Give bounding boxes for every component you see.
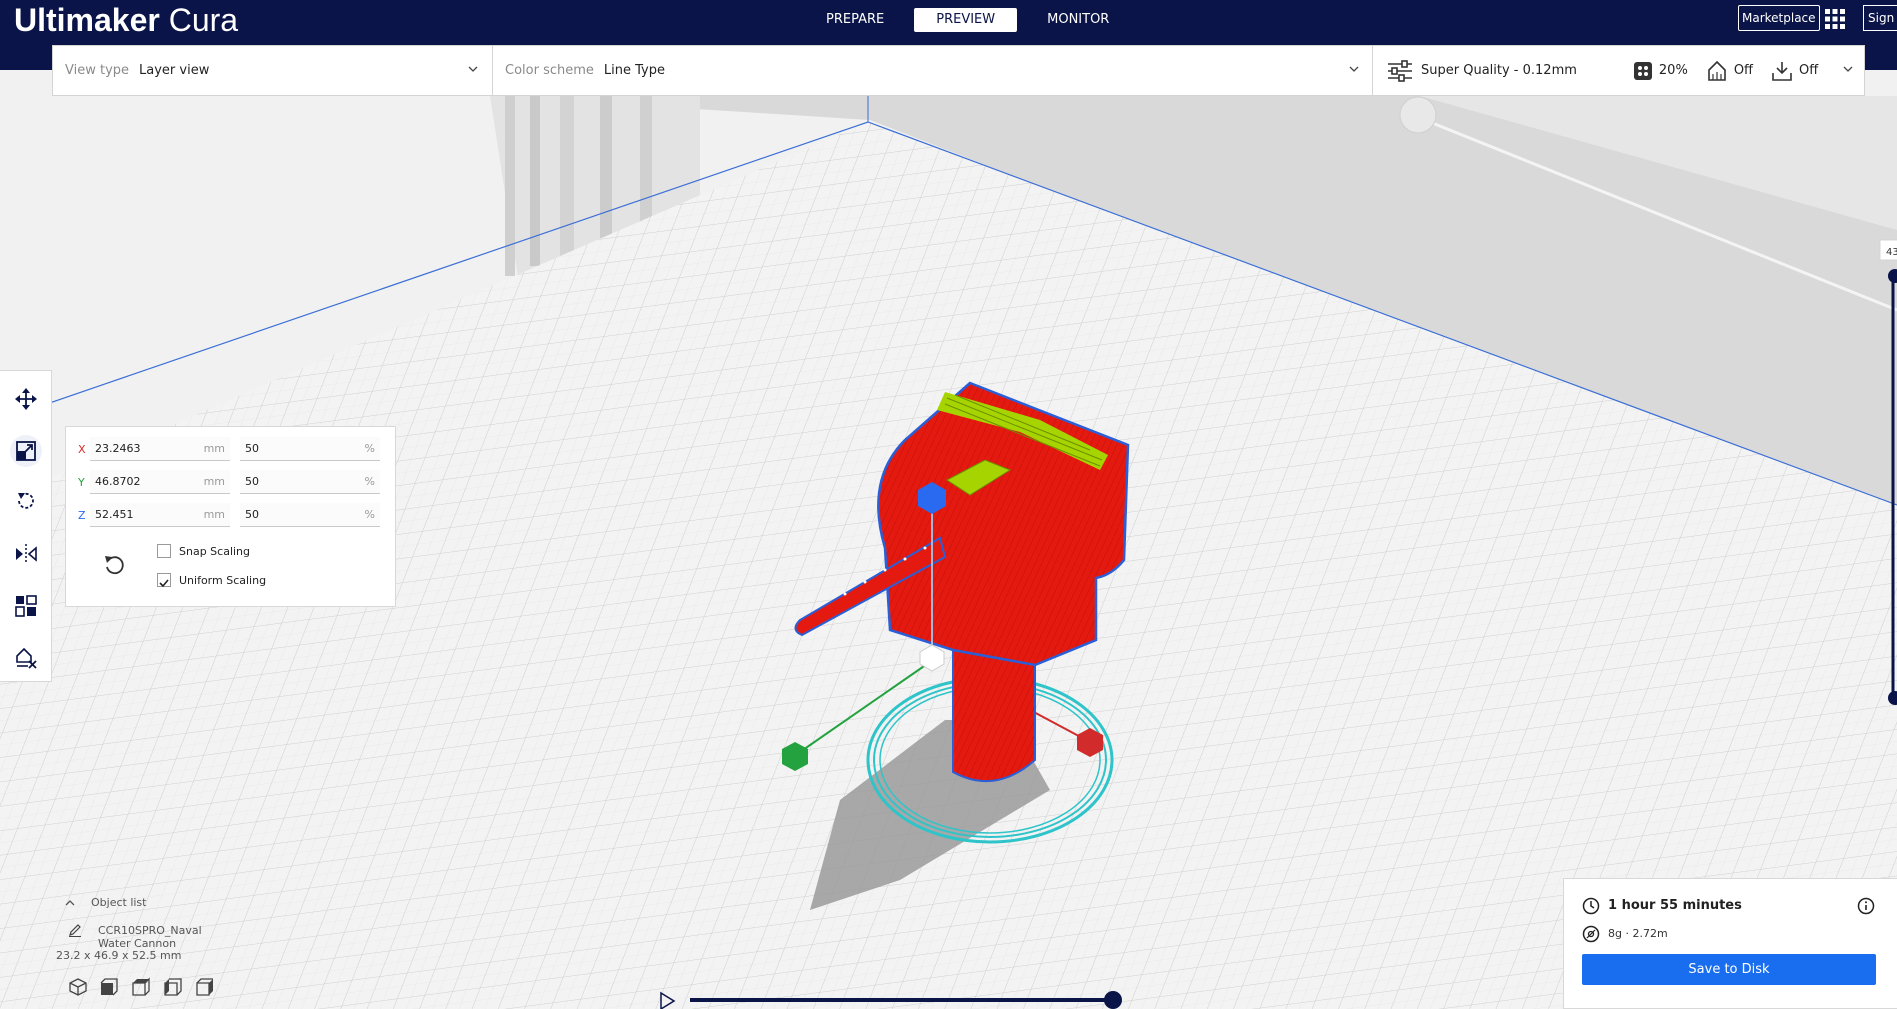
adhesion-icon [1772, 61, 1792, 81]
info-icon[interactable] [1857, 897, 1875, 915]
settings-sliders-icon [1388, 59, 1412, 82]
rotate-tool-button[interactable] [10, 485, 42, 517]
save-to-disk-button[interactable]: Save to Disk [1582, 954, 1876, 985]
print-settings-summary[interactable]: Super Quality - 0.12mm 20% Off Off [1387, 46, 1818, 95]
support-blocker-button[interactable] [10, 642, 42, 674]
mirror-icon [16, 544, 37, 564]
snap-scaling-checkbox[interactable] [157, 544, 171, 558]
view-right-icon[interactable] [195, 977, 215, 997]
pencil-icon[interactable] [68, 923, 82, 937]
view-3d-icon[interactable] [68, 977, 88, 997]
view-type-label: View type [65, 63, 130, 78]
chevron-down-icon[interactable] [1843, 64, 1853, 74]
move-icon [15, 388, 37, 410]
support-value: Off [1733, 63, 1754, 78]
z-axis-label: Z [78, 509, 86, 522]
snap-scaling-label: Snap Scaling [179, 545, 251, 558]
view-top-icon[interactable] [131, 977, 151, 997]
uniform-scaling-label: Uniform Scaling [179, 574, 267, 587]
apps-grid-icon[interactable] [1825, 9, 1845, 29]
tab-monitor[interactable]: MONITOR [1025, 8, 1131, 32]
chevron-up-icon [65, 900, 75, 906]
x-axis-label: X [78, 443, 86, 456]
chevron-down-icon[interactable] [468, 64, 478, 74]
chevron-down-icon[interactable] [1349, 64, 1359, 74]
view-front-icon[interactable] [99, 977, 119, 997]
per-model-settings-button[interactable] [10, 590, 42, 622]
y-axis-label: Y [78, 476, 85, 489]
scale-z-percent-input[interactable]: 50% [240, 503, 380, 527]
uniform-scaling-checkbox[interactable] [157, 573, 171, 588]
tab-preview[interactable]: PREVIEW [914, 8, 1018, 32]
clock-icon [1582, 897, 1600, 915]
timeline-handle[interactable] [1104, 991, 1122, 1009]
print-time: 1 hour 55 minutes [1608, 898, 1742, 913]
sign-in-button[interactable]: Sign in [1863, 5, 1897, 31]
marketplace-button[interactable]: Marketplace [1738, 5, 1820, 31]
scale-y-percent-input[interactable]: 50% [240, 470, 380, 494]
scale-tool-panel: X 23.2463 mm 50% Y 46.8702 mm 50% Z 52.451… [65, 426, 396, 607]
support-icon [1708, 60, 1726, 81]
object-list: Object list CCR10SPRO_Naval Water Cannon… [56, 895, 213, 999]
view-type-value: Layer view [139, 63, 210, 78]
scale-icon [16, 441, 36, 461]
scale-tool-button[interactable] [10, 435, 42, 467]
reset-scale-icon[interactable] [102, 553, 126, 577]
camera-view-buttons [56, 977, 213, 999]
tab-prepare[interactable]: PREPARE [804, 8, 906, 32]
object-dimensions: 23.2 x 46.9 x 52.5 mm [56, 949, 182, 962]
checkmark-icon [159, 579, 169, 588]
object-list-toggle[interactable]: Object list [56, 895, 181, 915]
view-left-icon[interactable] [163, 977, 183, 997]
tool-strip [0, 370, 52, 682]
color-scheme-label: Color scheme [505, 63, 594, 78]
move-tool-button[interactable] [10, 383, 42, 415]
print-info-panel: 1 hour 55 minutes 8g · 2.72m Save to Dis… [1563, 878, 1897, 1009]
stage-tabs: PREPARE PREVIEW MONITOR [800, 8, 1135, 32]
app-logo: Ultimaker Cura [14, 2, 239, 38]
object-name: CCR10SPRO_Naval Water Cannon [98, 924, 202, 950]
quality-profile: Super Quality - 0.12mm [1421, 63, 1577, 78]
filament-spool-icon [1582, 925, 1600, 943]
object-list-title: Object list [91, 896, 147, 909]
view-type-dropdown[interactable]: View type Layer view [65, 46, 209, 95]
infill-icon [1633, 61, 1652, 80]
scale-x-percent-input[interactable]: 50% [240, 437, 380, 461]
mirror-tool-button[interactable] [10, 538, 42, 570]
scale-y-mm-input[interactable]: 46.8702 mm [90, 470, 230, 494]
rotate-icon [18, 492, 34, 509]
material-usage: 8g · 2.72m [1608, 927, 1668, 940]
infill-value: 20% [1658, 63, 1688, 78]
scale-x-mm-input[interactable]: 23.2463 mm [90, 437, 230, 461]
support-blocker-icon [16, 647, 37, 669]
adhesion-value: Off [1799, 63, 1819, 78]
per-model-settings-icon [15, 595, 37, 617]
color-scheme-value: Line Type [603, 63, 665, 78]
scale-z-mm-input[interactable]: 52.451 mm [90, 503, 230, 527]
color-scheme-dropdown[interactable]: Color scheme Line Type [505, 46, 665, 95]
layer-slider-top-label: 43 [1886, 247, 1897, 258]
view-toolbar: View type Layer view Color scheme Line T… [52, 45, 1865, 96]
